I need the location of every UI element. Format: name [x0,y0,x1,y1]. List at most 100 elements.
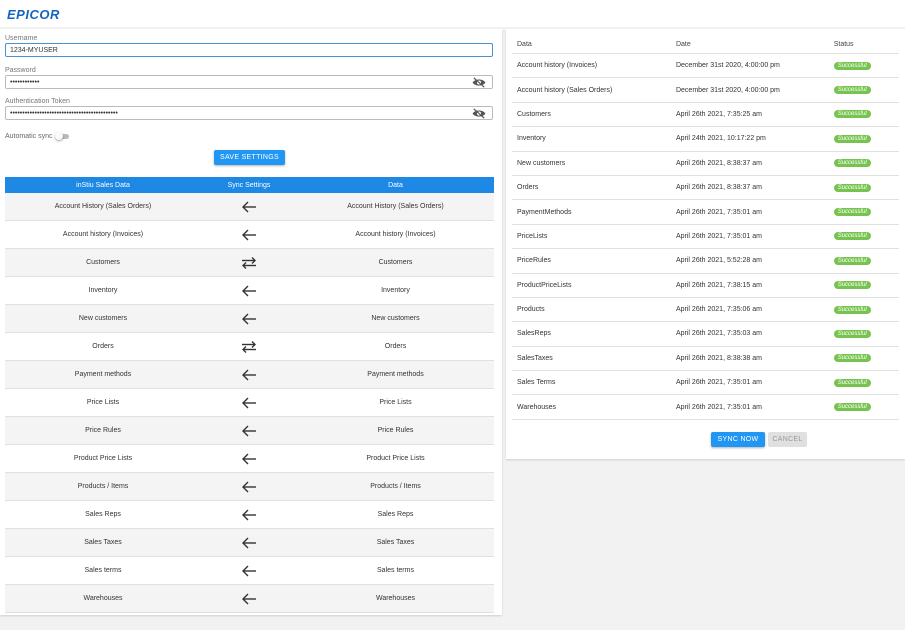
arrow-left-icon[interactable] [241,425,257,437]
mapping-source: New customers [5,304,201,333]
mapping-row: Orders Orders [5,332,494,361]
mapping-row: Warehouses Warehouses [5,584,494,613]
status-data-name: Inventory [512,126,671,152]
status-cell: Successful [828,346,899,372]
sync-direction-cell[interactable] [201,360,297,389]
arrow-left-icon[interactable] [241,565,257,577]
username-label: Username [5,35,38,42]
sync-direction-cell[interactable] [201,388,297,417]
mapping-source: Inventory [5,276,201,305]
arrow-left-icon[interactable] [241,369,257,381]
status-row: Account history (Invoices) December 31st … [512,53,899,79]
mapping-row: Price Rules Price Rules [5,416,494,445]
status-badge: Successful [833,232,871,241]
password-field[interactable]: •••••••••••• [5,75,493,89]
status-row: PaymentMethods April 26th 2021, 7:35:01 a… [512,199,899,225]
arrow-left-icon[interactable] [241,201,257,213]
status-data-name: PriceRules [512,248,671,274]
arrow-left-icon[interactable] [241,593,257,605]
mapping-header-data: Data [297,177,494,193]
status-badge: Successful [833,134,871,143]
status-badge: Successful [833,110,871,119]
sync-direction-cell[interactable] [201,193,297,221]
status-data-name: Account history (Sales Orders) [512,77,671,103]
status-row: Customers April 26th 2021, 7:35:25 am Succ… [512,102,899,128]
status-date: April 26th 2021, 5:52:28 am [670,248,829,274]
auto-sync-label: Automatic sync [5,133,53,140]
status-badge: Successful [833,61,871,70]
status-badge: Successful [833,183,871,192]
status-data-name: Account history (Invoices) [512,53,671,79]
mapping-row: Inventory Inventory [5,276,494,305]
eye-off-icon[interactable] [472,108,486,119]
mapping-target: Customers [297,248,494,277]
status-row: SalesTaxes April 26th 2021, 8:38:38 am Suc… [512,346,899,372]
status-cell: Successful [828,77,899,103]
mapping-row: Account History (Sales Orders) Account Hi… [5,193,494,221]
mapping-target: New customers [297,304,494,333]
sync-direction-cell[interactable] [201,528,297,557]
save-settings-button[interactable]: SAVE SETTINGS [214,150,285,165]
status-row: Orders April 26th 2021, 8:38:37 am Success… [512,175,899,201]
sync-direction-cell[interactable] [201,416,297,445]
sync-direction-cell[interactable] [201,248,297,277]
mapping-target: Orders [297,332,494,361]
sync-direction-cell[interactable] [201,276,297,305]
sync-direction-cell[interactable] [201,332,297,361]
mapping-source: Payment methods [5,360,201,389]
status-data-name: Customers [512,102,671,128]
status-data-name: New customers [512,151,671,176]
mapping-row: New customers New customers [5,304,494,333]
arrow-left-icon[interactable] [241,481,257,493]
username-field[interactable]: 1234-MYUSER [5,43,493,57]
mapping-row: Account history (Invoices) Account histor… [5,220,494,249]
arrow-left-icon[interactable] [241,397,257,409]
eye-off-icon[interactable] [472,77,486,88]
arrow-sync-both-icon[interactable] [241,340,257,353]
sync-direction-cell[interactable] [201,444,297,473]
status-badge: Successful [833,378,871,387]
sync-direction-cell[interactable] [201,220,297,249]
arrow-left-icon[interactable] [241,537,257,549]
status-badge: Successful [833,159,871,168]
sync-direction-cell[interactable] [201,584,297,613]
status-cell: Successful [828,297,899,323]
mapping-target: Sales Taxes [297,528,494,557]
arrow-left-icon[interactable] [241,229,257,241]
arrow-left-icon[interactable] [241,509,257,521]
sync-direction-cell[interactable] [201,556,297,585]
status-date: December 31st 2020, 4:00:00 pm [670,53,829,79]
mapping-target: Account history (Invoices) [297,220,494,249]
sync-direction-cell[interactable] [201,304,297,333]
status-date: April 26th 2021, 8:38:37 am [670,175,829,201]
status-date: April 26th 2021, 8:38:37 am [670,151,829,176]
token-label: Authentication Token [5,98,70,105]
mapping-target: Products / Items [297,472,494,501]
status-date: December 31st 2020, 4:00:00 pm [670,77,829,103]
arrow-left-icon[interactable] [241,313,257,325]
mapping-header-source: inStiu Sales Data [5,177,201,193]
status-header-data: Data [512,35,671,54]
mapping-target: Price Lists [297,388,494,417]
status-date: April 26th 2021, 8:38:38 am [670,346,829,372]
sync-now-button[interactable]: SYNC NOW [711,432,765,447]
status-badge: Successful [833,256,871,265]
status-header-date: Date [670,35,829,54]
status-cell: Successful [828,53,899,79]
mapping-source: Account History (Sales Orders) [5,193,201,221]
arrow-left-icon[interactable] [241,285,257,297]
cancel-button[interactable]: CANCEL [768,432,807,447]
arrow-left-icon[interactable] [241,453,257,465]
status-date: April 26th 2021, 7:35:01 am [670,224,829,250]
sync-direction-cell[interactable] [201,500,297,529]
auto-sync-toggle[interactable] [55,131,70,140]
mapping-source: Sales terms [5,556,201,585]
password-value: •••••••••••• [10,79,40,86]
token-field[interactable]: ••••••••••••••••••••••••••••••••••••••••… [5,106,493,120]
sync-status-panel: Data Date Status Account history (Invoic… [506,29,905,459]
status-row: SalesReps April 26th 2021, 7:35:03 am Succ… [512,321,899,347]
sync-direction-cell[interactable] [201,472,297,501]
arrow-sync-both-icon[interactable] [241,256,257,269]
mapping-row: Product Price Lists Product Price Lists [5,444,494,473]
mapping-source: Sales Reps [5,500,201,529]
